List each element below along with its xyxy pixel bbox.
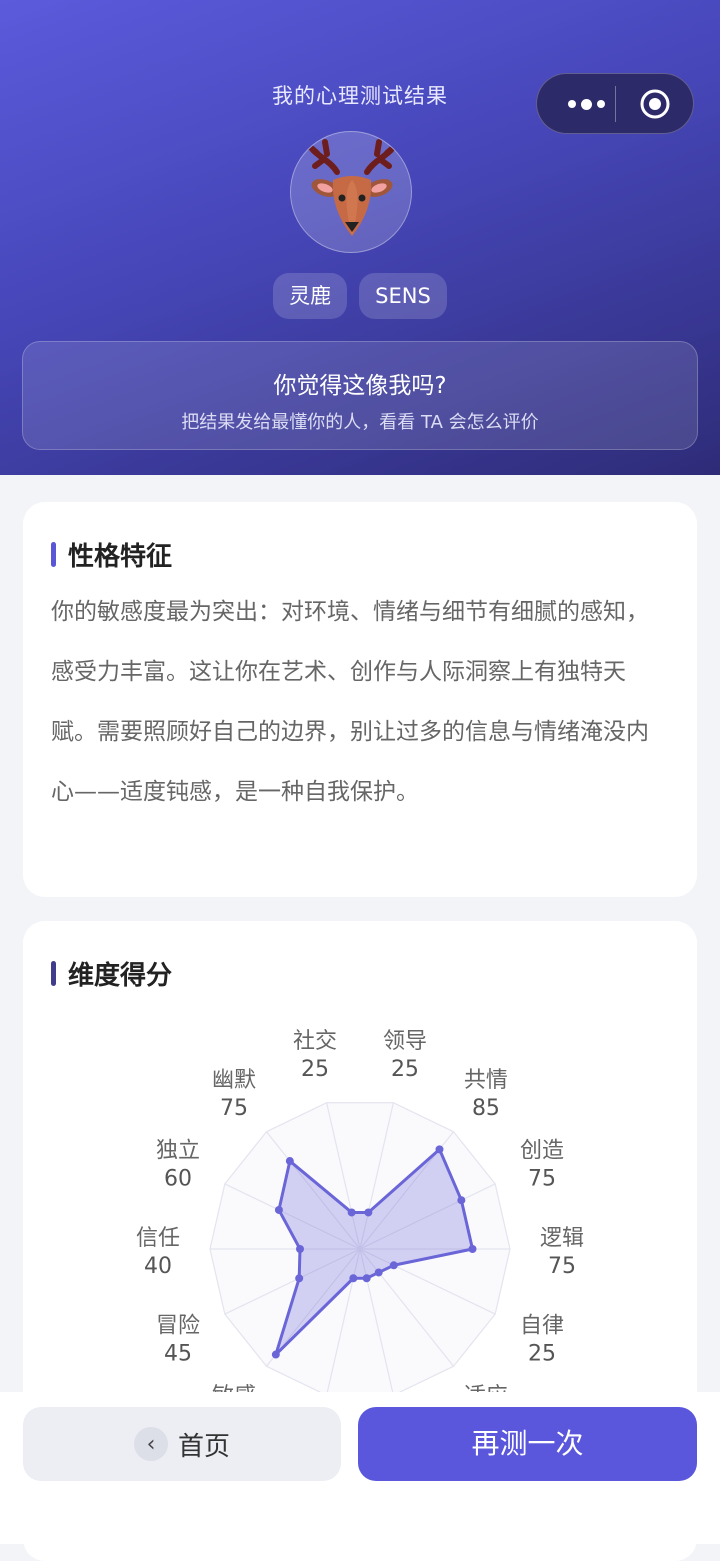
radar-value-社交: 25 xyxy=(301,1057,329,1082)
radar-label-自律: 自律 xyxy=(520,1314,564,1339)
radar-point-共情 xyxy=(435,1145,444,1154)
radar-point-敏感 xyxy=(271,1350,280,1359)
radar-value-冒险: 45 xyxy=(164,1342,192,1367)
bottom-action-bar: ‹ 首页 再测一次 xyxy=(0,1392,720,1544)
radar-label-社交: 社交 xyxy=(293,1029,337,1054)
radar-point-乐观 xyxy=(349,1274,358,1283)
mini-program-capsule xyxy=(536,73,694,134)
radar-label-独立: 独立 xyxy=(156,1138,200,1163)
deer-avatar xyxy=(290,131,412,253)
close-target-icon[interactable] xyxy=(639,88,671,120)
retry-button[interactable]: 再测一次 xyxy=(358,1407,697,1481)
radar-value-自律: 25 xyxy=(528,1342,556,1367)
radar-label-幽默: 幽默 xyxy=(212,1068,256,1093)
radar-value-幽默: 75 xyxy=(220,1096,248,1121)
radar-point-幽默 xyxy=(285,1157,294,1166)
deer-icon xyxy=(306,139,398,236)
capsule-divider xyxy=(615,86,616,122)
radar-label-逻辑: 逻辑 xyxy=(540,1226,584,1251)
home-label: 首页 xyxy=(177,1431,230,1462)
radar-point-创造 xyxy=(457,1196,466,1205)
share-subtitle: 把结果发给最懂你的人，看看 TA 会怎么评价 xyxy=(181,412,539,433)
radar-label-共情: 共情 xyxy=(464,1068,508,1093)
home-button[interactable]: ‹ 首页 xyxy=(23,1407,341,1481)
share-prompt-card[interactable]: 你觉得这像我吗? 把结果发给最懂你的人，看看 TA 会怎么评价 xyxy=(22,341,698,450)
radar-label-创造: 创造 xyxy=(520,1138,564,1163)
radar-label-领导: 领导 xyxy=(383,1029,427,1054)
radar-point-逻辑 xyxy=(468,1245,477,1253)
radar-point-独立 xyxy=(274,1205,283,1214)
result-header: 我的心理测试结果 灵鹿 SENS 你觉得这像我吗? 把结果发给最懂你的人，看看 … xyxy=(0,0,720,475)
radar-point-冒险 xyxy=(295,1274,304,1283)
share-question: 你觉得这像我吗? xyxy=(273,373,447,399)
traits-description: 你的敏感度最为突出：对环境、情绪与细节有细腻的感知，感受力丰富。这让你在艺术、创… xyxy=(51,599,649,805)
animal-tag: 灵鹿 xyxy=(273,273,348,319)
radar-value-创造: 75 xyxy=(528,1166,556,1191)
radar-point-适应 xyxy=(374,1268,383,1277)
radar-label-冒险: 冒险 xyxy=(156,1314,200,1339)
radar-point-社交 xyxy=(347,1208,356,1217)
radar-value-信任: 40 xyxy=(144,1254,172,1279)
radar-value-逻辑: 75 xyxy=(548,1254,576,1279)
radar-point-领导 xyxy=(364,1208,373,1217)
chevron-left-icon: ‹ xyxy=(133,1427,168,1461)
radar-value-领导: 25 xyxy=(391,1057,419,1082)
traits-heading: 性格特征 xyxy=(51,536,172,573)
radar-point-自律 xyxy=(389,1261,398,1270)
radar-value-共情: 85 xyxy=(472,1096,500,1121)
traits-card: 性格特征 你的敏感度最为突出：对环境、情绪与细节有细腻的感知，感受力丰富。这让你… xyxy=(23,502,697,897)
result-tags: 灵鹿 SENS xyxy=(0,273,720,319)
traits-title: 性格特征 xyxy=(68,542,173,572)
heading-accent-bar xyxy=(51,542,56,567)
more-icon[interactable] xyxy=(557,91,615,117)
radar-point-稳定 xyxy=(362,1274,371,1283)
code-tag: SENS xyxy=(359,273,447,319)
radar-point-信任 xyxy=(296,1245,304,1253)
radar-label-信任: 信任 xyxy=(136,1226,180,1251)
radar-value-独立: 60 xyxy=(164,1166,192,1191)
